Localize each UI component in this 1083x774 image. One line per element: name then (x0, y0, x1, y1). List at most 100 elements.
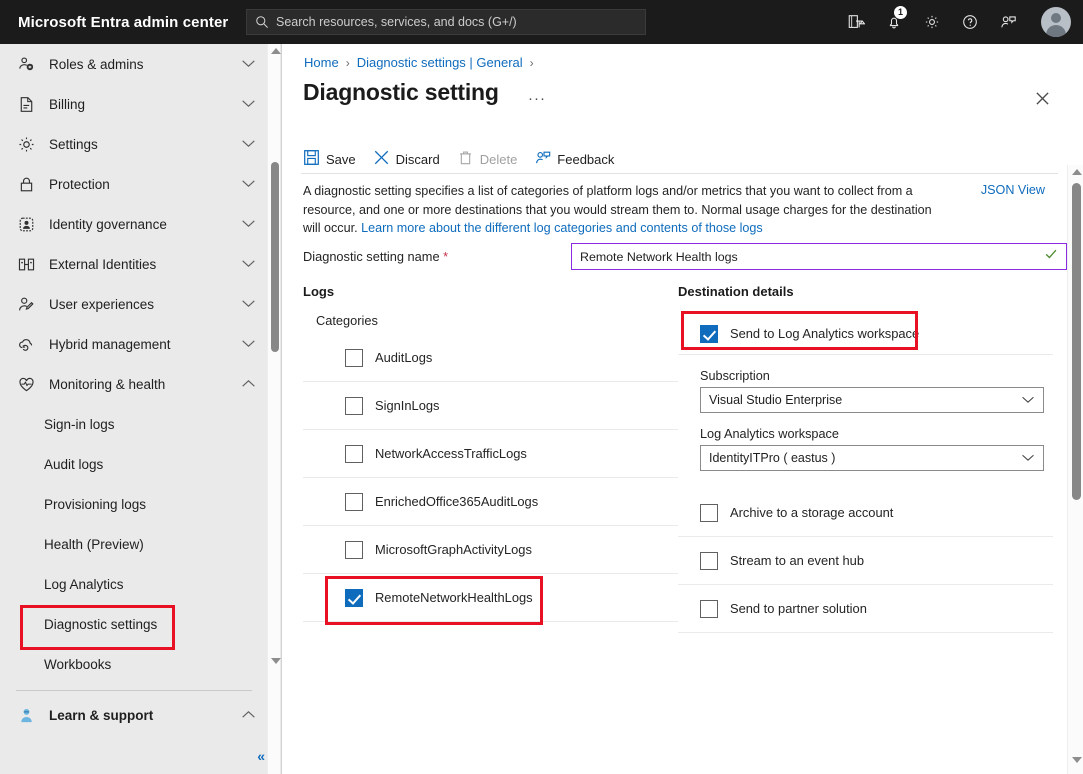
send-to-log-analytics-label: Send to Log Analytics workspace (730, 326, 920, 341)
chevron-down-icon (241, 255, 256, 273)
checkbox-archive-to-storage-account[interactable] (700, 503, 718, 522)
top-bar-icon-group: 1 (837, 0, 1083, 44)
sidebar-item-hybrid-management[interactable]: Hybrid management (0, 324, 268, 364)
sidebar-item-label: Hybrid management (49, 336, 171, 352)
global-top-bar: Microsoft Entra admin center Search reso… (0, 0, 1083, 44)
learn-more-link[interactable]: Learn more about the different log categ… (361, 221, 763, 235)
sidebar-item-roles-admins[interactable]: Roles & admins (0, 44, 268, 84)
feedback-label: Feedback (557, 151, 615, 167)
brand-title: Microsoft Entra admin center (18, 13, 229, 31)
blade-command-toolbar: Save Discard Delete Feedback (303, 142, 614, 176)
json-view-link[interactable]: JSON View (981, 183, 1045, 197)
send-to-log-analytics-row[interactable]: Send to Log Analytics workspace (678, 313, 1053, 355)
log-category-row[interactable]: AuditLogs (303, 334, 678, 382)
notifications-bell-icon[interactable]: 1 (875, 0, 913, 44)
sidebar-collapse-button[interactable]: « (257, 748, 265, 764)
sidebar-item-identity-governance[interactable]: Identity governance (0, 204, 268, 244)
log-category-label: SignInLogs (375, 398, 440, 413)
scroll-down-arrow-icon[interactable] (271, 658, 281, 664)
content-scrollbar-thumb[interactable] (1072, 183, 1081, 500)
scroll-up-arrow-icon[interactable] (1072, 169, 1082, 175)
search-icon (255, 15, 269, 29)
sidebar-divider (16, 690, 252, 691)
sidebar-subitem-label: Audit logs (44, 456, 104, 472)
partner-solution-row[interactable]: Send to partner solution (678, 585, 1053, 633)
checkbox-remotenetworkhealthlogs[interactable] (345, 588, 363, 607)
stream-event-hub-row[interactable]: Stream to an event hub (678, 537, 1053, 585)
sidebar-item-health-preview[interactable]: Health (Preview) (0, 524, 268, 564)
blade-description: A diagnostic setting specifies a list of… (303, 182, 948, 238)
sidebar-scrollbar[interactable] (267, 44, 281, 774)
sidebar-item-label: Roles & admins (49, 56, 144, 72)
close-blade-button[interactable] (1029, 88, 1055, 114)
chevron-up-icon (241, 375, 256, 393)
discard-label: Discard (395, 151, 440, 167)
sidebar-item-protection[interactable]: Protection (0, 164, 268, 204)
sidebar-item-provisioning-logs[interactable]: Provisioning logs (0, 484, 268, 524)
log-category-row[interactable]: NetworkAccessTrafficLogs (303, 430, 678, 478)
checkbox-signinlogs[interactable] (345, 396, 363, 415)
log-analytics-workspace-value: IdentityITPro ( eastus ) (709, 451, 836, 465)
user-pencil-icon (17, 295, 39, 314)
checkbox-auditlogs[interactable] (345, 348, 363, 367)
gear-icon[interactable] (913, 0, 951, 44)
breadcrumb-separator-icon: › (529, 55, 534, 70)
page-title: Diagnostic setting (303, 79, 499, 105)
logs-section: Logs Categories AuditLogs SignInLogs Net… (303, 284, 678, 622)
page-more-actions-button[interactable]: ··· (528, 90, 546, 107)
subscription-label: Subscription (700, 369, 770, 383)
content-scrollbar[interactable] (1067, 165, 1083, 774)
log-category-row[interactable]: EnrichedOffice365AuditLogs (303, 478, 678, 526)
directory-switch-icon[interactable] (837, 0, 875, 44)
checkbox-microsoftgraphactivitylogs[interactable] (345, 540, 363, 559)
entra-admin-center-window: Microsoft Entra admin center Search reso… (0, 0, 1083, 774)
sidebar-item-diagnostic-settings[interactable]: Diagnostic settings (0, 604, 268, 644)
diagnostic-setting-name-input[interactable]: Remote Network Health logs (571, 243, 1067, 270)
sidebar-item-label: Settings (49, 136, 98, 152)
scroll-down-arrow-icon[interactable] (1072, 757, 1082, 763)
feedback-person-icon[interactable] (989, 0, 1027, 44)
archive-storage-row[interactable]: Archive to a storage account (678, 489, 1053, 537)
sidebar-item-billing[interactable]: Billing (0, 84, 268, 124)
checkbox-enrichedoffice365auditlogs[interactable] (345, 492, 363, 511)
log-category-row[interactable]: SignInLogs (303, 382, 678, 430)
sidebar-item-settings[interactable]: Settings (0, 124, 268, 164)
breadcrumb-link-home[interactable]: Home (304, 55, 339, 70)
checkbox-send-to-partner-solution[interactable] (700, 599, 718, 618)
sidebar-item-workbooks[interactable]: Workbooks (0, 644, 268, 684)
log-category-row[interactable]: RemoteNetworkHealthLogs (303, 574, 678, 622)
sidebar-item-label: Learn & support (49, 707, 154, 723)
sidebar-subitem-label: Sign-in logs (44, 416, 115, 432)
sidebar-scrollbar-thumb[interactable] (271, 162, 279, 352)
discard-button[interactable]: Discard (373, 149, 440, 169)
help-icon[interactable] (951, 0, 989, 44)
subscription-select[interactable]: Visual Studio Enterprise (700, 387, 1044, 413)
breadcrumb-link-diagnostic-settings[interactable]: Diagnostic settings | General (357, 55, 523, 70)
archive-storage-label: Archive to a storage account (730, 505, 894, 520)
sidebar-item-learn-support[interactable]: Learn & support (0, 695, 268, 735)
checkbox-stream-to-event-hub[interactable] (700, 551, 718, 570)
log-analytics-workspace-select[interactable]: IdentityITPro ( eastus ) (700, 445, 1044, 471)
sidebar-item-audit-logs[interactable]: Audit logs (0, 444, 268, 484)
log-category-row[interactable]: MicrosoftGraphActivityLogs (303, 526, 678, 574)
sidebar-item-log-analytics[interactable]: Log Analytics (0, 564, 268, 604)
sidebar-item-label: User experiences (49, 296, 155, 312)
sidebar-item-user-experiences[interactable]: User experiences (0, 284, 268, 324)
green-check-icon (1044, 247, 1058, 266)
checkbox-send-to-log-analytics[interactable] (700, 324, 718, 343)
save-button[interactable]: Save (303, 149, 356, 169)
sidebar-item-monitoring-health[interactable]: Monitoring & health (0, 364, 268, 404)
checkbox-networkaccesstrafficlogs[interactable] (345, 444, 363, 463)
destination-details-section: Destination details Send to Log Analytic… (678, 284, 1053, 633)
global-search-input[interactable]: Search resources, services, and docs (G+… (246, 9, 646, 35)
sidebar-item-sign-in-logs[interactable]: Sign-in logs (0, 404, 268, 444)
account-avatar[interactable] (1041, 7, 1071, 37)
scroll-up-arrow-icon[interactable] (271, 48, 281, 54)
sidebar-item-external-identities[interactable]: External Identities (0, 244, 268, 284)
feedback-button[interactable]: Feedback (534, 149, 614, 169)
stream-event-hub-label: Stream to an event hub (730, 553, 865, 568)
diagnostic-setting-name-value: Remote Network Health logs (580, 249, 738, 264)
chevron-down-icon (241, 175, 256, 193)
toolbar-divider (301, 173, 1058, 174)
